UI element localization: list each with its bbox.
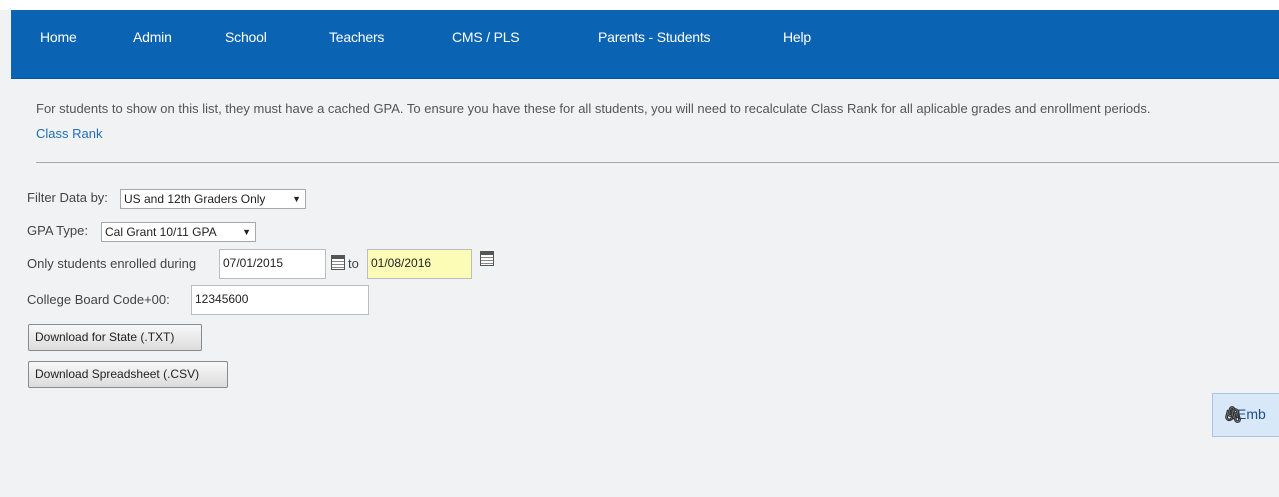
gpa-type-select[interactable]: Cal Grant 10/11 GPA ▼ xyxy=(101,222,256,242)
start-date-input[interactable]: 07/01/2015 xyxy=(219,249,326,279)
gpa-type-label: GPA Type: xyxy=(27,223,88,238)
chevron-down-icon: ▼ xyxy=(292,194,301,204)
embed-button[interactable]: 🖇 Emb xyxy=(1212,393,1279,437)
nav-school[interactable]: School xyxy=(225,29,267,45)
paperclip-icon: 🖇 xyxy=(1223,407,1244,424)
college-board-label: College Board Code+00: xyxy=(27,292,170,307)
end-date-input[interactable]: 01/08/2016 xyxy=(367,249,472,279)
nav-help[interactable]: Help xyxy=(783,29,811,45)
download-spreadsheet-csv-button[interactable]: Download Spreadsheet (.CSV) xyxy=(28,361,228,388)
nav-cms-pls[interactable]: CMS / PLS xyxy=(452,29,520,45)
top-strip xyxy=(0,0,1279,10)
enrolled-during-label: Only students enrolled during xyxy=(27,256,197,271)
section-divider xyxy=(36,162,1279,163)
filter-data-label: Filter Data by: xyxy=(27,190,108,205)
gpa-cache-notice: For students to show on this list, they … xyxy=(36,101,1151,116)
filter-data-value: US and 12th Graders Only xyxy=(124,192,266,206)
college-board-code-input[interactable]: 12345600 xyxy=(191,285,369,315)
calendar-icon[interactable] xyxy=(480,251,494,266)
nav-teachers[interactable]: Teachers xyxy=(329,29,384,45)
chevron-down-icon: ▼ xyxy=(242,227,251,237)
nav-parents-students[interactable]: Parents - Students xyxy=(598,29,711,45)
to-label: to xyxy=(348,256,359,271)
gpa-type-value: Cal Grant 10/11 GPA xyxy=(105,225,217,239)
nav-admin[interactable]: Admin xyxy=(133,29,172,45)
nav-home[interactable]: Home xyxy=(40,29,77,45)
filter-data-select[interactable]: US and 12th Graders Only ▼ xyxy=(120,189,306,209)
class-rank-link[interactable]: Class Rank xyxy=(36,126,102,141)
download-state-txt-button[interactable]: Download for State (.TXT) xyxy=(28,324,202,351)
calendar-icon[interactable] xyxy=(331,255,345,270)
main-nav-bar: Home Admin School Teachers CMS / PLS Par… xyxy=(11,10,1279,79)
